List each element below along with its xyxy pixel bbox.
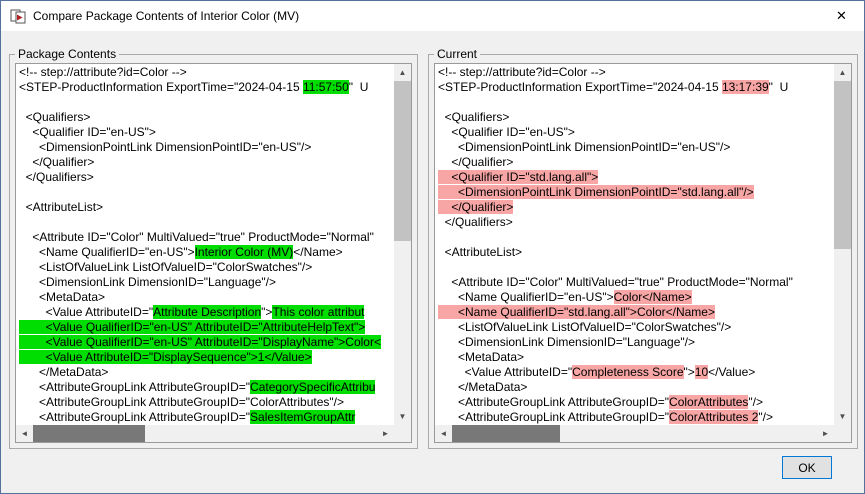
package-contents-textpane[interactable]: <!-- step://attribute?id=Color --><STEP-… [15,63,412,443]
current-code: <!-- step://attribute?id=Color --><STEP-… [435,64,834,425]
current-group-label: Current [434,47,480,61]
ok-button[interactable]: OK [782,456,832,479]
package-contents-vertical-scrollbar[interactable]: ▲ ▼ [394,64,411,425]
pc-scroll-left-button[interactable]: ◄ [16,425,33,442]
current-vertical-scrollbar[interactable]: ▲ ▼ [834,64,851,425]
scroll-left-icon: ◄ [21,429,29,438]
package-contents-code: <!-- step://attribute?id=Color --><STEP-… [16,64,394,425]
scroll-up-icon: ▲ [399,68,407,77]
app-icon [10,8,26,24]
cur-scroll-down-button[interactable]: ▼ [834,408,851,425]
cur-scroll-left-button[interactable]: ◄ [435,425,452,442]
current-group: Current <!-- step://attribute?id=Color -… [428,54,858,449]
current-textpane[interactable]: <!-- step://attribute?id=Color --><STEP-… [434,63,852,443]
title-bar: Compare Package Contents of Interior Col… [1,1,864,31]
package-contents-group: Package Contents <!-- step://attribute?i… [9,54,418,449]
scroll-left-icon: ◄ [440,429,448,438]
pc-horizontal-scroll-thumb[interactable] [33,425,145,442]
scroll-right-icon: ► [382,429,390,438]
scroll-down-icon: ▼ [839,412,847,421]
pc-vertical-scroll-thumb[interactable] [394,81,411,241]
cur-scroll-up-button[interactable]: ▲ [834,64,851,81]
pc-scroll-right-button[interactable]: ► [377,425,394,442]
scroll-right-icon: ► [822,429,830,438]
cur-scroll-right-button[interactable]: ► [817,425,834,442]
package-contents-horizontal-scrollbar[interactable]: ◄ ► [16,425,394,442]
cur-horizontal-scroll-thumb[interactable] [452,425,560,442]
dialog-window: Compare Package Contents of Interior Col… [0,0,865,494]
scroll-up-icon: ▲ [839,68,847,77]
window-title: Compare Package Contents of Interior Col… [33,9,299,23]
pc-scroll-up-button[interactable]: ▲ [394,64,411,81]
cur-scrollbar-corner [834,425,851,442]
cur-vertical-scroll-thumb[interactable] [834,81,851,249]
pc-scroll-down-button[interactable]: ▼ [394,408,411,425]
close-button[interactable]: ✕ [819,1,864,31]
scroll-down-icon: ▼ [399,412,407,421]
current-horizontal-scrollbar[interactable]: ◄ ► [435,425,834,442]
close-icon: ✕ [836,8,847,23]
package-contents-group-label: Package Contents [15,47,119,61]
pc-scrollbar-corner [394,425,411,442]
